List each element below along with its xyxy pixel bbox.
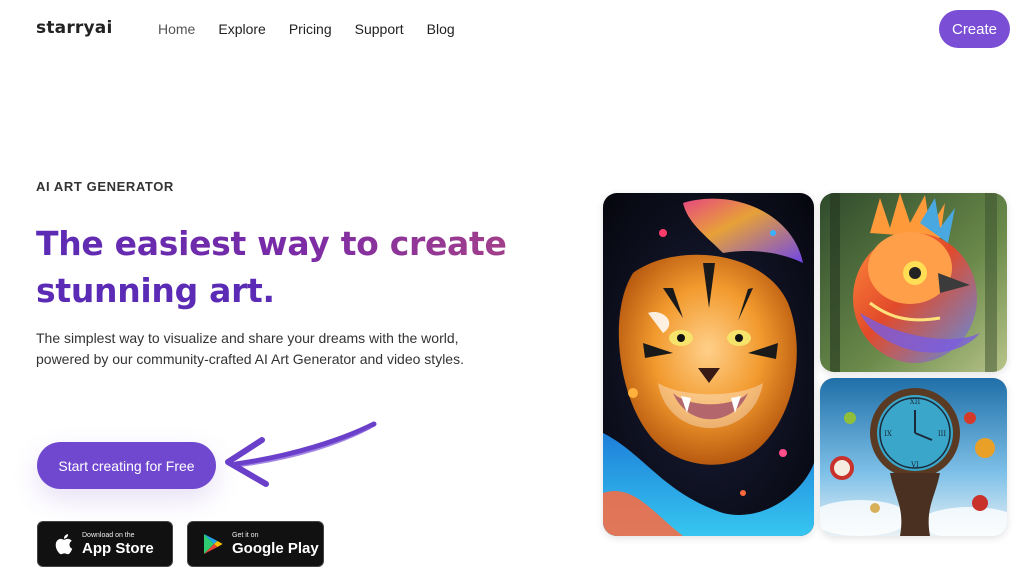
google-play-small-text: Get it on <box>232 532 259 539</box>
nav-link-home[interactable]: Home <box>158 21 195 37</box>
bird-artwork[interactable] <box>820 193 1007 372</box>
google-play-badge[interactable]: Get it on Google Play <box>187 521 324 567</box>
hand-drawn-arrow-icon <box>225 421 377 487</box>
headline-line-1: The easiest way to create <box>36 220 507 267</box>
nav-link-pricing[interactable]: Pricing <box>289 21 332 37</box>
nav-link-support[interactable]: Support <box>355 21 404 37</box>
headline-line-2: stunning art. <box>36 271 275 310</box>
hero-headline: The easiest way to create stunning art. <box>36 220 507 314</box>
svg-text:IX: IX <box>884 430 892 438</box>
start-creating-button[interactable]: Start creating for Free <box>37 442 216 489</box>
tiger-artwork[interactable] <box>603 193 814 536</box>
clock-artwork[interactable]: XII III VI IX <box>820 378 1007 536</box>
svg-text:VI: VI <box>910 461 919 469</box>
app-store-small-text: Download on the <box>82 532 135 539</box>
nav-link-explore[interactable]: Explore <box>218 21 265 37</box>
hero-description: The simplest way to visualize and share … <box>36 330 464 367</box>
app-store-label: App Store <box>82 540 154 557</box>
starryai-logo[interactable]: starryai <box>36 18 112 38</box>
hero-eyebrow: AI ART GENERATOR <box>36 179 174 194</box>
svg-text:III: III <box>938 430 947 438</box>
top-navigation: starryai Home Explore Pricing Support Bl… <box>0 0 1024 58</box>
app-store-badge[interactable]: Download on the App Store <box>37 521 173 567</box>
create-button[interactable]: Create <box>939 10 1010 48</box>
nav-links: Home Explore Pricing Support Blog <box>158 21 478 37</box>
apple-icon <box>52 531 74 557</box>
svg-text:XII: XII <box>910 398 921 406</box>
google-play-label: Google Play <box>232 540 319 557</box>
google-play-icon <box>202 531 224 557</box>
nav-link-blog[interactable]: Blog <box>427 21 455 37</box>
